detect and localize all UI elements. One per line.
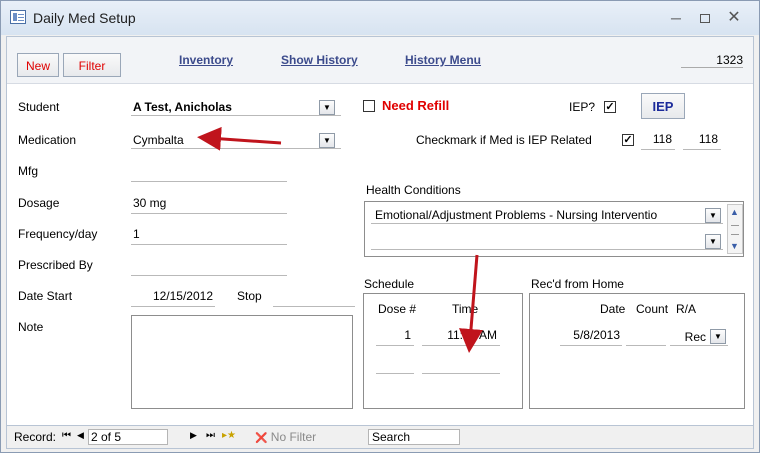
title-bar: Daily Med Setup ─ ✕ [1,1,759,35]
record-navigation-bar: Record: ⏮ ◀ 2 of 5 ▶ ⏭ ▸★ ❌ No Filter Se… [6,425,754,449]
arrow-to-time-icon [459,254,483,353]
annotation-arrows [197,126,483,353]
restore-icon[interactable] [694,9,716,27]
daily-med-setup-window: Daily Med Setup ─ ✕ New Filter Inventory… [0,0,760,453]
new-record-icon[interactable]: ▸★ [222,430,236,441]
no-filter-label: No Filter [270,430,317,444]
form-body: New Filter Inventory Show History Histor… [6,36,754,426]
next-record-icon[interactable]: ▶ [190,430,197,441]
last-record-icon[interactable]: ⏭ [206,430,215,441]
form-icon [10,10,26,24]
window-title: Daily Med Setup [33,10,136,26]
first-record-icon[interactable]: ⏮ [62,430,71,441]
record-label: Record: [14,430,57,444]
minimize-icon[interactable]: ─ [665,9,687,27]
search-box[interactable]: Search [368,429,460,445]
filter-icon: ❌ [255,433,268,444]
no-filter-indicator[interactable]: ❌ No Filter [255,430,316,444]
previous-record-icon[interactable]: ◀ [77,430,84,441]
close-icon[interactable]: ✕ [723,9,745,27]
record-position-field[interactable]: 2 of 5 [88,429,168,445]
arrow-to-medication-icon [197,126,282,151]
